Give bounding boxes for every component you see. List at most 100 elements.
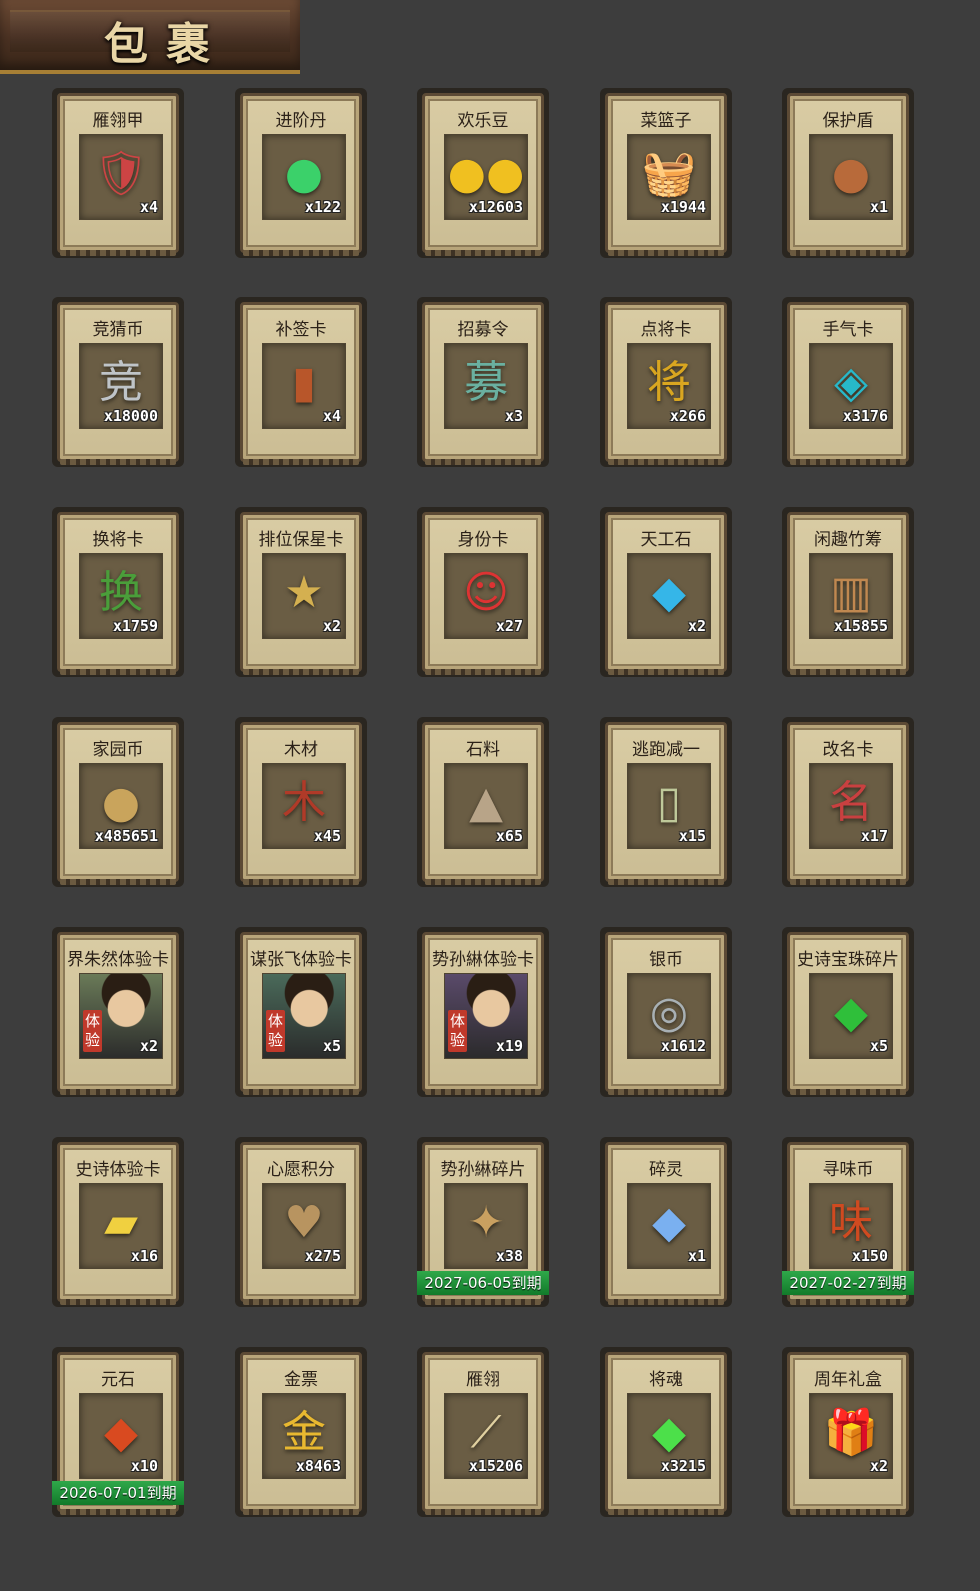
inventory-item[interactable]: 天工石 ◆ x2 [600, 507, 732, 677]
item-icon-frame: 竞 x18000 [79, 343, 163, 429]
rename-card-icon: 名 [829, 777, 873, 828]
inventory-item[interactable]: 换将卡换 x1759 [52, 507, 184, 677]
expiry-banner: 2027-06-05到期 [417, 1271, 549, 1295]
item-card-frame: 换将卡换 x1759 [57, 512, 179, 672]
inventory-item[interactable]: 雁翎甲 🛡 x4 [52, 88, 184, 258]
round-shield-icon: ● [831, 148, 871, 199]
item-card-frame: 菜篮子 🧺 x1944 [605, 93, 727, 253]
item-icon-frame: 换 x1759 [79, 553, 163, 639]
item-count: x10 [130, 1457, 158, 1475]
item-count: x1612 [660, 1037, 706, 1055]
item-name: 天工石 [640, 530, 692, 550]
inventory-item[interactable]: 保护盾 ● x1 [782, 88, 914, 258]
item-count: x3215 [660, 1457, 706, 1475]
item-icon-frame: 体验 x2 [79, 973, 163, 1059]
inventory-item[interactable]: 石料 ▲ x65 [417, 717, 549, 887]
inventory-item[interactable]: 点将卡将 x266 [600, 297, 732, 467]
inventory-item[interactable]: 菜篮子 🧺 x1944 [600, 88, 732, 258]
item-count: x275 [304, 1247, 341, 1265]
inventory-item[interactable]: 进阶丹 ● x122 [235, 88, 367, 258]
inventory-item[interactable]: 排位保星卡 ★ x2 [235, 507, 367, 677]
item-count: x65 [495, 827, 523, 845]
item-name: 欢乐豆 [457, 111, 509, 131]
basket-icon: 🧺 [641, 148, 697, 199]
item-name: 木材 [284, 740, 318, 760]
item-count: x3176 [842, 407, 888, 425]
item-name: 逃跑减一 [632, 740, 700, 760]
inventory-item[interactable]: 谋张飞体验卡 体验 x5 [235, 927, 367, 1097]
item-card-frame: 点将卡将 x266 [605, 302, 727, 462]
item-count: x2 [869, 1457, 888, 1475]
item-card-frame: 竞猜币竞 x18000 [57, 302, 179, 462]
inventory-item[interactable]: 身份卡 ☺ x27 [417, 507, 549, 677]
item-count: x19 [495, 1037, 523, 1055]
inventory-item[interactable]: 招募令募 x3 [417, 297, 549, 467]
item-card-frame: 手气卡 ◈ x3176 [787, 302, 909, 462]
wood-icon: 木 [282, 777, 326, 828]
inventory-item[interactable]: 逃跑减一 ▯ x15 [600, 717, 732, 887]
item-card-frame: 银币 ◎ x1612 [605, 932, 727, 1092]
resign-card-icon: ▮ [291, 357, 317, 408]
inventory-item[interactable]: 心愿积分 ♥ x275 [235, 1137, 367, 1307]
inventory-item[interactable]: 木材木 x45 [235, 717, 367, 887]
general-card-icon: 将 [647, 357, 691, 408]
inventory-item[interactable]: 闲趣竹筹 ▥ x15855 [782, 507, 914, 677]
item-icon-frame: ▥ x15855 [809, 553, 893, 639]
item-card-frame: 天工石 ◆ x2 [605, 512, 727, 672]
trial-badge: 体验 [266, 1010, 285, 1052]
item-icon-frame: ▯ x15 [627, 763, 711, 849]
green-fragment-icon: ◆ [834, 987, 868, 1038]
item-name: 史诗体验卡 [75, 1160, 161, 1180]
inventory-item[interactable]: 元石 ◆ x10 2026-07-01到期 [52, 1347, 184, 1517]
item-card-frame: 寻味币味 x150 2027-02-27到期 [782, 1142, 914, 1302]
item-name: 点将卡 [640, 320, 692, 340]
item-name: 家园币 [92, 740, 144, 760]
inventory-item[interactable]: 碎灵 ◆ x1 [600, 1137, 732, 1307]
inventory-item[interactable]: 史诗体验卡 ▰ x16 [52, 1137, 184, 1307]
item-name: 排位保星卡 [258, 530, 344, 550]
item-count: x2 [139, 1037, 158, 1055]
item-count: x18000 [103, 407, 158, 425]
inventory-grid: 雁翎甲 🛡 x4 进阶丹 ● x122 欢乐豆 ●● x12603 菜篮子 🧺 x1944 保护盾 ● x1… [0, 0, 980, 1591]
item-card-frame: 补签卡 ▮ x4 [240, 302, 362, 462]
item-card-frame: 雁翎 ⟋ x15206 [422, 1352, 544, 1512]
item-name: 补签卡 [275, 320, 327, 340]
item-count: x2 [687, 617, 706, 635]
item-name: 菜篮子 [640, 111, 692, 131]
inventory-item[interactable]: 补签卡 ▮ x4 [235, 297, 367, 467]
inventory-item[interactable]: 雁翎 ⟋ x15206 [417, 1347, 549, 1517]
item-name: 招募令 [457, 320, 509, 340]
inventory-item[interactable]: 金票金 x8463 [235, 1347, 367, 1517]
item-icon-frame: ◆ x5 [809, 973, 893, 1059]
item-card-frame: 逃跑减一 ▯ x15 [605, 722, 727, 882]
inventory-item[interactable]: 史诗宝珠碎片 ◆ x5 [782, 927, 914, 1097]
item-count: x15855 [833, 617, 888, 635]
item-card-frame: 欢乐豆 ●● x12603 [422, 93, 544, 253]
item-name: 身份卡 [457, 530, 509, 550]
silver-coins-icon: ◎ [649, 987, 689, 1038]
inventory-item[interactable]: 欢乐豆 ●● x12603 [417, 88, 549, 258]
item-count: x1 [687, 1247, 706, 1265]
blue-gem-icon: ◆ [652, 567, 686, 618]
item-icon-frame: ▮ x4 [262, 343, 346, 429]
inventory-item[interactable]: 寻味币味 x150 2027-02-27到期 [782, 1137, 914, 1307]
item-name: 雁翎 [466, 1370, 500, 1390]
inventory-item[interactable]: 势孙綝碎片 ✦ x38 2027-06-05到期 [417, 1137, 549, 1307]
item-count: x5 [322, 1037, 341, 1055]
item-name: 竞猜币 [92, 320, 144, 340]
item-card-frame: 周年礼盒 🎁 x2 [787, 1352, 909, 1512]
inventory-item[interactable]: 改名卡名 x17 [782, 717, 914, 887]
item-icon-frame: ● x1 [809, 134, 893, 220]
inventory-item[interactable]: 银币 ◎ x1612 [600, 927, 732, 1097]
item-card-frame: 排位保星卡 ★ x2 [240, 512, 362, 672]
inventory-item[interactable]: 将魂 ◆ x3215 [600, 1347, 732, 1517]
inventory-item[interactable]: 周年礼盒 🎁 x2 [782, 1347, 914, 1517]
inventory-item[interactable]: 家园币 ● x485651 [52, 717, 184, 887]
inventory-item[interactable]: 竞猜币竞 x18000 [52, 297, 184, 467]
luck-card-icon: ◈ [834, 357, 868, 408]
item-icon-frame: 募 x3 [444, 343, 528, 429]
inventory-item[interactable]: 界朱然体验卡 体验 x2 [52, 927, 184, 1097]
item-icon-frame: ◆ x3215 [627, 1393, 711, 1479]
inventory-item[interactable]: 手气卡 ◈ x3176 [782, 297, 914, 467]
inventory-item[interactable]: 势孙綝体验卡 体验 x19 [417, 927, 549, 1097]
